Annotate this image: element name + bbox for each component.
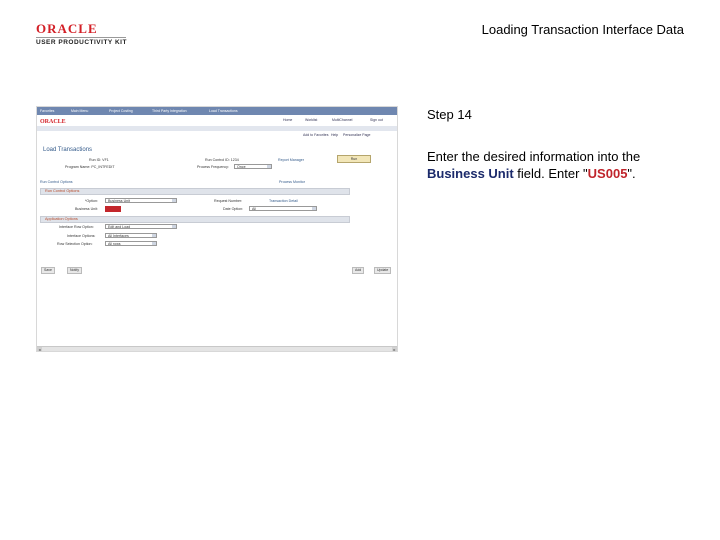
interface-row-option-value: Edit and Load (108, 225, 131, 229)
link-multichannel[interactable]: MultiChannel (332, 118, 352, 122)
page-title: Loading Transaction Interface Data (481, 22, 684, 37)
option-label: *Option: (85, 199, 98, 203)
instruction-value: US005 (587, 166, 628, 181)
update-button[interactable]: Update (374, 267, 392, 274)
interface-options-label: Interface Options: (67, 234, 96, 238)
date-option-value: All (252, 207, 256, 211)
interface-options-select[interactable]: All Interfaces (105, 233, 157, 238)
oracle-upk-logo: ORACLE USER PRODUCTIVITY KIT (36, 22, 126, 46)
program-name-label: Program Name: PC_INTFEDIT (65, 165, 115, 169)
business-unit-label: Business Unit: (75, 207, 98, 211)
nav-project-costing[interactable]: Project Costing (109, 109, 133, 113)
nav-load-transactions[interactable]: Load Transactions (209, 109, 238, 113)
run-control-section-bar (40, 188, 350, 195)
run-control-id-label: Run Control ID: 1234 (205, 158, 239, 162)
peoplesoft-oracle-logo: ORACLE (40, 119, 66, 125)
scroll-right-icon[interactable]: ▸ (392, 347, 397, 351)
nav-third-party[interactable]: Third Party Integration (152, 109, 187, 113)
link-help[interactable]: Help (331, 133, 338, 137)
interface-options-value: All Interfaces (108, 234, 129, 238)
link-personalize[interactable]: Personalize Page (343, 133, 370, 137)
ps-page-title: Load Transactions (43, 147, 93, 153)
link-home[interactable]: Home (283, 118, 292, 122)
interface-row-option-select[interactable]: Edit and Load (105, 224, 177, 229)
save-button[interactable]: Save (41, 267, 55, 274)
run-control-section-label: Run Control Options (45, 189, 80, 193)
process-frequency-label: Process Frequency: (197, 165, 229, 169)
nav-favorites[interactable]: Favorites (40, 109, 54, 113)
option-select[interactable]: Business Unit (105, 198, 177, 203)
instruction-suffix: ". (627, 166, 636, 181)
process-monitor-link[interactable]: Process Monitor (279, 180, 305, 184)
run-control-tab[interactable]: Run Control Options (40, 180, 73, 184)
step-instruction: Enter the desired information into the B… (427, 148, 697, 182)
scroll-left-icon[interactable]: ◂ (37, 347, 42, 351)
run-id-label: Run ID: VF1 (89, 158, 109, 162)
link-add-favorites[interactable]: Add to Favorites (303, 133, 328, 137)
request-number-label: Request Number: (214, 199, 243, 203)
row-selection-option-value: All rows (108, 242, 121, 246)
instruction-prefix: Enter the desired information into the (427, 149, 641, 164)
logo-upk-text: USER PRODUCTIVITY KIT (36, 37, 127, 46)
application-screenshot: Favorites Main Menu Project Costing Thir… (36, 106, 398, 352)
application-options-label: Application Options (45, 217, 78, 221)
date-option-label: Date Option: (223, 207, 244, 211)
horizontal-scrollbar[interactable]: ◂ ▸ (37, 346, 397, 351)
sub-bar (37, 126, 397, 131)
row-selection-option-label: Row Selection Option: (57, 242, 93, 246)
transaction-detail-link[interactable]: Transaction Detail (269, 199, 298, 203)
nav-bar: Favorites Main Menu Project Costing Thir… (37, 107, 397, 115)
step-title: Step 14 (427, 107, 472, 122)
nav-main-menu[interactable]: Main Menu (71, 109, 88, 113)
instruction-field-name: Business Unit (427, 166, 514, 181)
link-sign-out[interactable]: Sign out (370, 118, 383, 122)
report-manager-link[interactable]: Report Manager (278, 158, 304, 162)
add-button[interactable]: Add (352, 267, 365, 274)
instruction-middle: field. Enter " (513, 166, 588, 181)
date-option-select[interactable]: All (249, 206, 317, 211)
run-button[interactable]: Run (337, 155, 371, 163)
business-unit-input[interactable] (105, 206, 121, 212)
process-frequency-value: Once (237, 165, 246, 169)
application-options-section-bar (40, 216, 350, 223)
option-value: Business Unit (108, 199, 130, 203)
logo-oracle-text: ORACLE (36, 21, 98, 36)
link-worklist[interactable]: Worklist (305, 118, 317, 122)
row-selection-option-select[interactable]: All rows (105, 241, 157, 246)
interface-row-option-label: Interface Row Option: (59, 225, 94, 229)
notify-button[interactable]: Notify (67, 267, 82, 274)
process-frequency-select[interactable]: Once (234, 164, 272, 169)
